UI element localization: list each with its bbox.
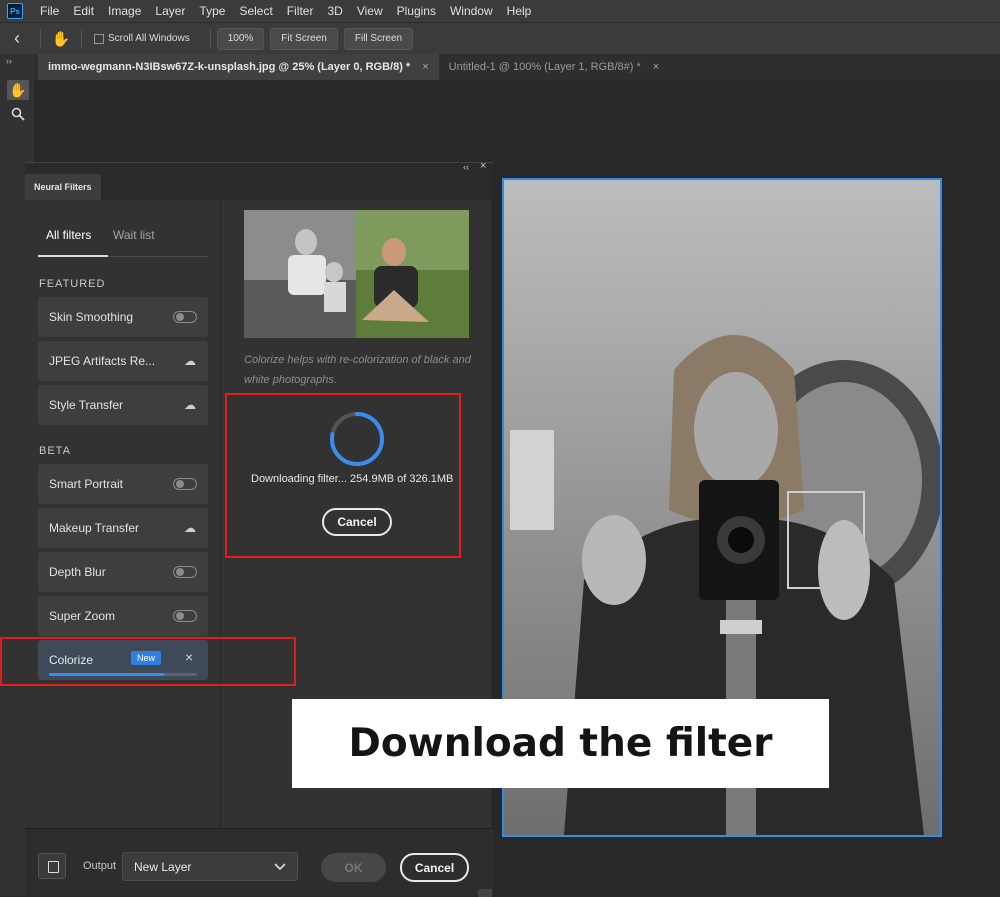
cloud-download-icon[interactable]: ☁ <box>183 521 197 535</box>
collapse-panel-icon[interactable]: ‹‹ <box>463 162 469 172</box>
close-icon[interactable]: × <box>185 649 193 665</box>
scroll-all-windows-label: Scroll All Windows <box>108 33 190 44</box>
ok-button[interactable]: OK <box>321 853 386 882</box>
separator <box>209 28 211 49</box>
filter-label: Super Zoom <box>49 609 116 623</box>
filter-description: Colorize helps with re-colorization of b… <box>244 354 471 386</box>
close-icon[interactable]: × <box>422 61 428 73</box>
menu-plugins[interactable]: Plugins <box>390 4 443 18</box>
close-icon[interactable]: × <box>653 61 659 73</box>
filter-jpeg-artifacts[interactable]: JPEG Artifacts Re... ☁ <box>38 341 208 381</box>
filter-smart-portrait[interactable]: Smart Portrait <box>38 464 208 504</box>
options-bar: ‹ ✋ Scroll All Windows 100% Fit Screen F… <box>0 22 1000 54</box>
show-original-toggle-icon[interactable] <box>38 853 66 879</box>
fit-screen-button[interactable]: Fit Screen <box>270 27 338 50</box>
featured-heading: FEATURED <box>39 278 106 290</box>
output-select[interactable]: New Layer <box>122 852 298 881</box>
collapse-toolbar-icon[interactable]: ›› <box>6 56 12 66</box>
menu-select[interactable]: Select <box>232 4 279 18</box>
tab-wait-list[interactable]: Wait list <box>113 228 155 242</box>
filter-label: Skin Smoothing <box>49 310 134 324</box>
filter-super-zoom[interactable]: Super Zoom <box>38 596 208 636</box>
filter-label: Colorize <box>49 653 94 667</box>
active-tab-indicator <box>38 255 108 257</box>
menu-edit[interactable]: Edit <box>66 4 101 18</box>
toggle-switch[interactable] <box>173 610 197 622</box>
download-status: Downloading filter... 254.9MB of 326.1MB… <box>225 392 459 559</box>
colorize-preview-image <box>244 210 469 338</box>
new-badge: New <box>131 651 162 665</box>
separator <box>40 28 41 49</box>
cancel-button[interactable]: Cancel <box>400 853 469 882</box>
menu-window[interactable]: Window <box>443 4 500 18</box>
loading-spinner-icon <box>330 412 384 466</box>
cancel-download-button[interactable]: Cancel <box>322 508 392 536</box>
filters-list: All filters Wait list FEATURED Skin Smoo… <box>25 200 221 828</box>
hand-tool-preset-icon[interactable]: ✋ <box>47 30 75 48</box>
panel-footer: Output New Layer OK Cancel <box>25 828 493 897</box>
toggle-switch[interactable] <box>173 478 197 490</box>
filter-label: JPEG Artifacts Re... <box>49 354 156 368</box>
filter-label: Smart Portrait <box>49 477 124 491</box>
filter-makeup-transfer[interactable]: Makeup Transfer ☁ <box>38 508 208 548</box>
filter-skin-smoothing[interactable]: Skin Smoothing <box>38 297 208 337</box>
filter-label: Style Transfer <box>49 398 124 412</box>
menu-type[interactable]: Type <box>192 4 232 18</box>
doc-tab-title: immo-wegmann-N3IBsw67Z-k-unsplash.jpg @ … <box>48 61 411 73</box>
menu-layer[interactable]: Layer <box>148 4 192 18</box>
menu-bar: Ps File Edit Image Layer Type Select Fil… <box>0 0 1000 22</box>
menu-help[interactable]: Help <box>500 4 539 18</box>
menu-filter[interactable]: Filter <box>280 4 321 18</box>
cloud-download-icon[interactable]: ☁ <box>183 354 197 368</box>
filter-colorize[interactable]: Colorize New × <box>38 640 208 680</box>
doc-tab-title: Untitled-1 @ 100% (Layer 1, RGB/8#) * <box>448 61 641 73</box>
tab-all-filters[interactable]: All filters <box>46 228 91 242</box>
document-tabs: immo-wegmann-N3IBsw67Z-k-unsplash.jpg @ … <box>34 54 1000 80</box>
chevron-down-icon <box>274 862 286 870</box>
filter-style-transfer[interactable]: Style Transfer ☁ <box>38 385 208 425</box>
toggle-switch[interactable] <box>173 566 197 578</box>
doc-tab-photo[interactable]: immo-wegmann-N3IBsw67Z-k-unsplash.jpg @ … <box>38 54 439 80</box>
filter-label: Depth Blur <box>49 565 106 579</box>
colorize-download-progress <box>49 673 197 676</box>
photoshop-logo-icon: Ps <box>7 3 23 19</box>
separator <box>81 28 82 49</box>
menu-image[interactable]: Image <box>101 4 148 18</box>
download-progress-text: Downloading filter... 254.9MB of 326.1MB <box>251 473 454 485</box>
tab-neural-filters[interactable]: Neural Filters <box>25 174 102 200</box>
toggle-switch[interactable] <box>173 311 197 323</box>
fill-screen-button[interactable]: Fill Screen <box>343 27 414 50</box>
menu-file[interactable]: File <box>33 4 66 18</box>
panel-header-strip: ‹‹ × <box>25 160 493 174</box>
beta-heading: BETA <box>39 445 71 457</box>
close-panel-icon[interactable]: × <box>480 160 486 172</box>
zoom-100-button[interactable]: 100% <box>216 27 265 50</box>
zoom-tool-icon[interactable] <box>7 104 29 124</box>
filter-depth-blur[interactable]: Depth Blur <box>38 552 208 592</box>
menu-view[interactable]: View <box>350 4 390 18</box>
menu-3d[interactable]: 3D <box>320 4 349 18</box>
progress-fill <box>49 673 165 676</box>
output-label: Output <box>83 860 117 872</box>
cloud-download-icon[interactable]: ☁ <box>183 398 197 412</box>
filter-label: Makeup Transfer <box>49 521 140 535</box>
back-arrow-icon[interactable]: ‹ <box>0 28 34 49</box>
hand-tool-icon[interactable]: ✋ <box>7 80 29 100</box>
scroll-all-windows-checkbox[interactable] <box>94 33 104 44</box>
caption-banner: Download the filter <box>292 699 829 788</box>
doc-tab-untitled[interactable]: Untitled-1 @ 100% (Layer 1, RGB/8#) * × <box>439 54 670 80</box>
output-select-value: New Layer <box>134 859 192 874</box>
